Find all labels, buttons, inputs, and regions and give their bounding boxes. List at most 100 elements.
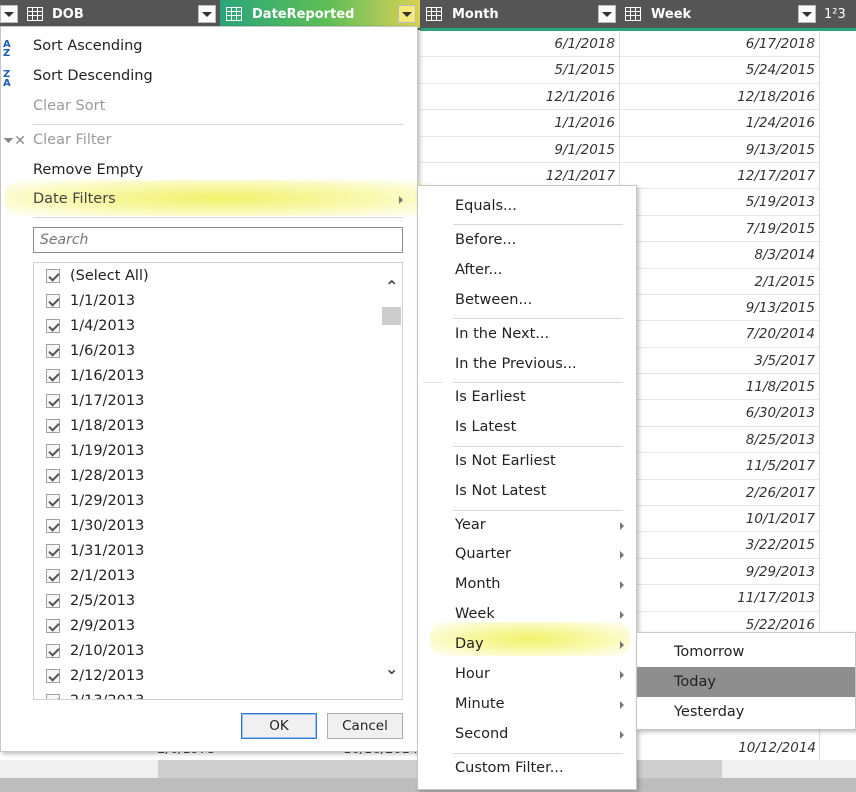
table-cell[interactable]: 5/19/2013	[620, 189, 819, 216]
table-cell[interactable]: 8/3/2014	[620, 242, 819, 269]
table-cell[interactable]: 2/26/2017	[620, 480, 819, 507]
hour-item[interactable]: Hour	[455, 666, 490, 682]
checkbox[interactable]	[46, 693, 60, 699]
checkbox[interactable]	[46, 568, 60, 583]
list-item[interactable]: 1/19/2013	[46, 438, 144, 463]
is-not-earliest-item[interactable]: Is Not Earliest	[455, 453, 556, 469]
table-cell[interactable]: 2/1/2015	[620, 269, 819, 295]
is-not-latest-item[interactable]: Is Not Latest	[455, 483, 546, 499]
list-item[interactable]: 2/1/2013	[46, 563, 135, 588]
quarter-item[interactable]: Quarter	[455, 546, 511, 562]
column-dropdown-button[interactable]	[0, 5, 18, 23]
list-item[interactable]: 2/13/2013	[46, 688, 144, 699]
list-item[interactable]: 1/16/2013	[46, 363, 144, 388]
list-item[interactable]: 1/4/2013	[46, 313, 135, 338]
minute-item[interactable]: Minute	[455, 696, 505, 712]
column-header-numeric[interactable]: 1²3	[820, 0, 856, 28]
list-item[interactable]: 1/17/2013	[46, 388, 144, 413]
clear-filter-item[interactable]: ⏷✕ Clear Filter	[1, 131, 401, 155]
checkbox[interactable]	[46, 493, 60, 508]
is-latest-item[interactable]: Is Latest	[455, 419, 516, 435]
list-item[interactable]: 1/18/2013	[46, 413, 144, 438]
list-item[interactable]: 1/30/2013	[46, 513, 144, 538]
table-cell[interactable]: 12/17/2017	[620, 163, 819, 190]
ok-button[interactable]: OK	[241, 713, 317, 739]
table-cell[interactable]: 12/18/2016	[620, 84, 819, 111]
table-cell[interactable]: 9/1/2015	[420, 137, 619, 163]
in-the-previous-item[interactable]: In the Previous...	[455, 356, 577, 372]
today-item[interactable]: Today	[637, 667, 855, 697]
column-header-month[interactable]: Month	[420, 0, 620, 28]
clear-sort-item[interactable]: Clear Sort	[1, 97, 401, 121]
checkbox[interactable]	[46, 418, 60, 433]
table-cell[interactable]: 7/19/2015	[620, 216, 819, 243]
month-item[interactable]: Month	[455, 576, 500, 592]
list-item[interactable]: (Select All)	[46, 263, 149, 288]
day-item[interactable]: Day	[455, 636, 484, 652]
chevron-up-icon[interactable]: ⌃	[385, 277, 398, 296]
checkbox[interactable]	[46, 668, 60, 683]
table-cell[interactable]: 9/13/2015	[620, 137, 819, 163]
list-item[interactable]: 1/6/2013	[46, 338, 135, 363]
list-item[interactable]: 1/31/2013	[46, 538, 144, 563]
after-item[interactable]: After...	[455, 262, 502, 278]
table-cell[interactable]: 5/24/2015	[620, 57, 819, 84]
custom-filter-item[interactable]: Custom Filter...	[455, 760, 564, 776]
search-box[interactable]	[33, 227, 403, 253]
dob-filter-button[interactable]	[198, 5, 216, 23]
table-cell[interactable]: 11/17/2013	[620, 585, 819, 612]
checkbox[interactable]	[46, 368, 60, 383]
list-item[interactable]: 1/29/2013	[46, 488, 144, 513]
year-item[interactable]: Year	[455, 517, 486, 533]
checkbox[interactable]	[46, 518, 60, 533]
list-item[interactable]: 1/1/2013	[46, 288, 135, 313]
cancel-button[interactable]: Cancel	[327, 713, 403, 739]
table-cell[interactable]: 1/24/2016	[620, 110, 819, 137]
checkbox[interactable]	[46, 543, 60, 558]
list-scrollbar[interactable]: ⌃ ⌄	[382, 263, 402, 699]
table-cell[interactable]: 9/29/2013	[620, 559, 819, 586]
checkbox[interactable]	[46, 643, 60, 658]
table-cell[interactable]: 7/20/2014	[620, 321, 819, 348]
search-input[interactable]	[34, 228, 402, 252]
sort-descending-item[interactable]: ZA Sort Descending	[1, 67, 401, 91]
table-cell[interactable]: 3/5/2017	[620, 348, 819, 375]
equals-item[interactable]: Equals...	[455, 198, 517, 214]
table-cell[interactable]: 5/1/2015	[420, 57, 619, 84]
yesterday-item[interactable]: Yesterday	[637, 697, 855, 727]
list-item[interactable]: 2/12/2013	[46, 663, 144, 688]
table-cell[interactable]: 10/1/2017	[620, 506, 819, 533]
table-cell[interactable]: 6/1/2018	[420, 31, 619, 58]
before-item[interactable]: Before...	[455, 232, 516, 248]
checkbox[interactable]	[46, 393, 60, 408]
chevron-down-icon[interactable]: ⌄	[385, 659, 398, 678]
in-the-next-item[interactable]: In the Next...	[455, 326, 549, 342]
is-earliest-item[interactable]: Is Earliest	[455, 389, 526, 405]
between-item[interactable]: Between...	[455, 292, 532, 308]
checkbox[interactable]	[46, 293, 60, 308]
date-filters-item[interactable]: Date Filters	[1, 187, 411, 211]
checkbox[interactable]	[46, 318, 60, 333]
column-header-datereported[interactable]: DateReported	[220, 0, 420, 28]
week-item[interactable]: Week	[455, 606, 495, 622]
checkbox[interactable]	[46, 443, 60, 458]
checkbox[interactable]	[46, 468, 60, 483]
tomorrow-item[interactable]: Tomorrow	[637, 637, 855, 667]
checkbox[interactable]	[46, 593, 60, 608]
column-header-dob[interactable]: DOB	[22, 0, 220, 28]
list-item[interactable]: 2/9/2013	[46, 613, 135, 638]
list-item[interactable]: 2/10/2013	[46, 638, 144, 663]
month-filter-button[interactable]	[598, 5, 616, 23]
column-header-week[interactable]: Week	[620, 0, 820, 28]
table-cell[interactable]: 8/25/2013	[620, 427, 819, 454]
table-cell[interactable]: 3/22/2015	[620, 532, 819, 559]
datereported-filter-button[interactable]	[398, 5, 416, 23]
table-cell[interactable]: 9/13/2015	[620, 295, 819, 322]
table-cell[interactable]: 11/5/2017	[620, 453, 819, 480]
table-cell[interactable]: 6/30/2013	[620, 400, 819, 427]
checkbox[interactable]	[46, 618, 60, 633]
table-cell[interactable]: 11/8/2015	[620, 374, 819, 401]
checkbox[interactable]	[46, 343, 60, 358]
checkbox[interactable]	[46, 268, 60, 283]
list-item[interactable]: 1/28/2013	[46, 463, 144, 488]
